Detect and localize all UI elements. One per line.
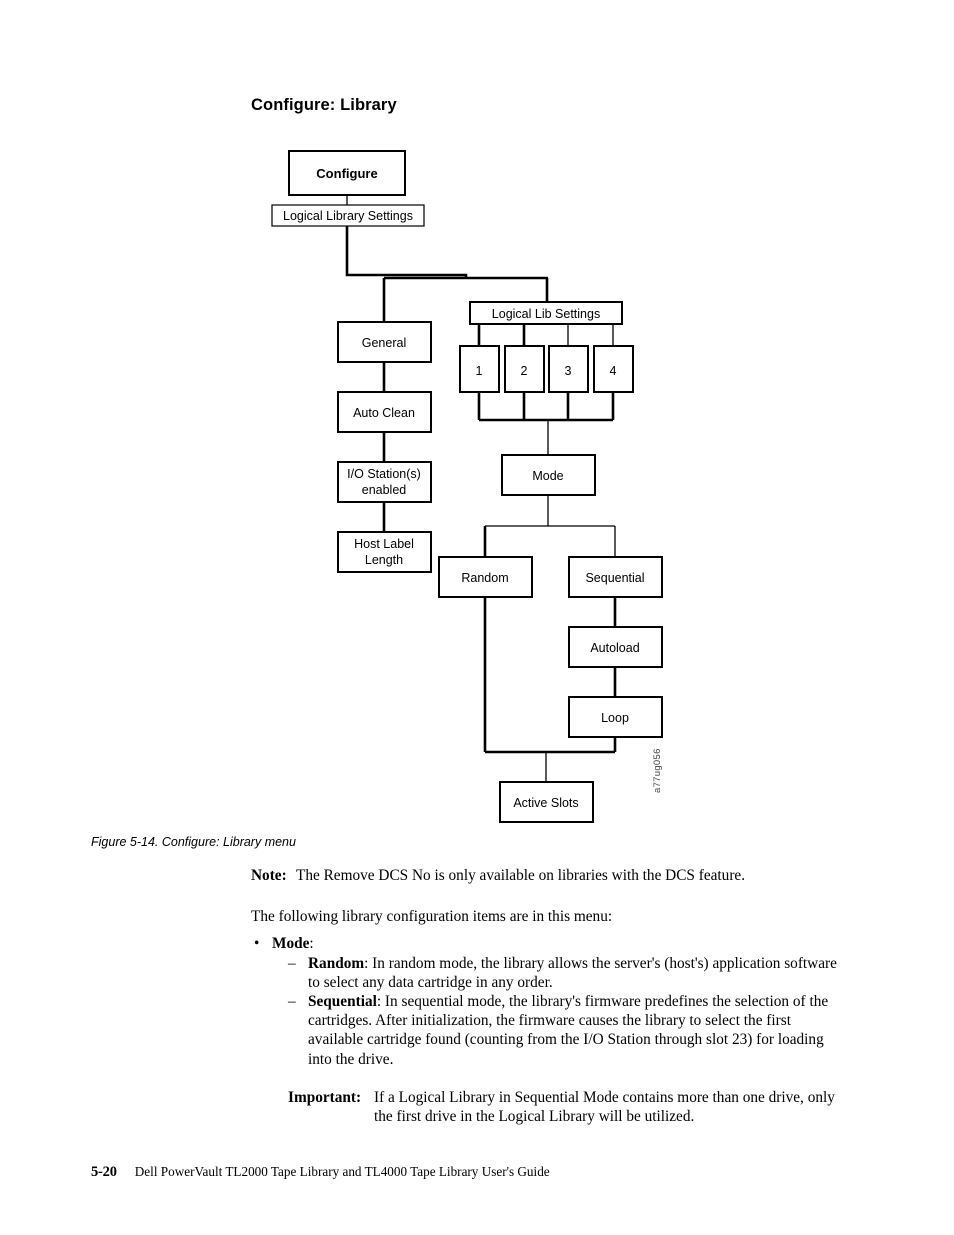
node-active-slots[interactable]: Active Slots (499, 781, 594, 823)
flowchart-svg: Configure Logical Library Settings Gener… (271, 150, 663, 823)
node-host-label-line1: Host Label (354, 537, 414, 551)
node-logical-lib-1[interactable]: 1 (459, 345, 500, 393)
node-random-label: Random (461, 571, 508, 585)
node-logical-lib-3-label: 3 (565, 364, 572, 378)
page-number: 5-20 (91, 1164, 117, 1180)
node-mode[interactable]: Mode (501, 454, 596, 496)
document-page: Configure: Library Configure Logical Lib… (0, 0, 954, 1235)
node-loop[interactable]: Loop (568, 696, 663, 738)
node-logical-lib-3[interactable]: 3 (548, 345, 589, 393)
node-configure-label: Configure (316, 166, 377, 181)
node-sequential[interactable]: Sequential (568, 556, 663, 598)
node-logical-lib-2-label: 2 (521, 364, 528, 378)
figure-caption: Figure 5-14. Configure: Library menu (91, 835, 296, 849)
list-item-mode-term: Mode (272, 935, 310, 953)
list-item-sequential-text: : In sequential mode, the library's firm… (308, 993, 829, 1068)
node-general[interactable]: General (337, 321, 432, 363)
node-io-stations-enabled[interactable]: I/O Station(s) enabled (337, 461, 432, 503)
node-configure[interactable]: Configure (288, 150, 406, 196)
page-title: Configure: Library (251, 96, 397, 114)
node-logical-lib-2[interactable]: 2 (504, 345, 545, 393)
intro-paragraph: The following library configuration item… (251, 908, 613, 926)
node-loop-label: Loop (601, 711, 629, 725)
node-logical-lib-4[interactable]: 4 (593, 345, 634, 393)
node-mode-label: Mode (532, 469, 563, 483)
node-logical-lib-1-label: 1 (476, 364, 483, 378)
node-sequential-label: Sequential (585, 571, 644, 585)
list-item-random-term: Random (308, 954, 365, 972)
node-host-label-line2: Length (365, 553, 403, 567)
important-text: If a Logical Library in Sequential Mode … (374, 1088, 835, 1126)
node-random[interactable]: Random (438, 556, 533, 598)
node-autoload[interactable]: Autoload (568, 626, 663, 668)
config-items-list: • Mode: (251, 934, 843, 953)
running-head: Dell PowerVault TL2000 Tape Library and … (134, 1164, 550, 1179)
node-logical-lib-settings[interactable]: Logical Lib Settings (469, 301, 623, 325)
body-text-column: Note: The Remove DCS No is only available… (251, 866, 843, 1126)
figure-art-code: a77ug056 (652, 748, 663, 793)
node-host-label-length[interactable]: Host Label Length (337, 531, 432, 573)
node-auto-clean[interactable]: Auto Clean (337, 391, 432, 433)
dash-marker: – (288, 993, 296, 1011)
page-footer: 5-20 Dell PowerVault TL2000 Tape Library … (91, 1163, 550, 1181)
list-item-sequential-term: Sequential (308, 993, 377, 1011)
important-note: Important: If a Logical Library in Sequen… (288, 1088, 843, 1126)
mode-sub-list: – Random: In random mode, the library all… (251, 954, 843, 1069)
node-auto-clean-label: Auto Clean (353, 406, 415, 420)
note-paragraph: Note: The Remove DCS No is only available… (251, 866, 843, 885)
node-logical-lib-4-label: 4 (610, 364, 617, 378)
bullet-marker: • (254, 935, 260, 953)
node-general-label: General (362, 336, 406, 350)
note-label: Note: (251, 867, 287, 884)
list-item-sequential: – Sequential: In sequential mode, the lib… (288, 992, 843, 1069)
node-logical-library-settings[interactable]: Logical Library Settings (271, 204, 425, 227)
list-item-random-text: : In random mode, the library allows the… (308, 954, 837, 991)
node-io-stations-line1: I/O Station(s) (347, 467, 421, 481)
list-item-mode-suffix: : (309, 935, 314, 953)
node-active-slots-label: Active Slots (513, 796, 578, 810)
list-item-mode: • Mode: (251, 934, 843, 953)
note-text: The Remove DCS No is only available on l… (296, 867, 746, 884)
important-label: Important: (288, 1088, 362, 1106)
connector-lls-to-branch (345, 226, 468, 278)
node-logical-library-settings-label: Logical Library Settings (283, 209, 413, 223)
figure-configure-library-menu: Configure Logical Library Settings Gener… (0, 130, 954, 840)
node-io-stations-line2: enabled (362, 483, 407, 497)
node-autoload-label: Autoload (590, 641, 639, 655)
node-logical-lib-settings-label: Logical Lib Settings (492, 307, 600, 321)
dash-marker: – (288, 954, 296, 972)
list-item-random: – Random: In random mode, the library all… (288, 954, 843, 992)
